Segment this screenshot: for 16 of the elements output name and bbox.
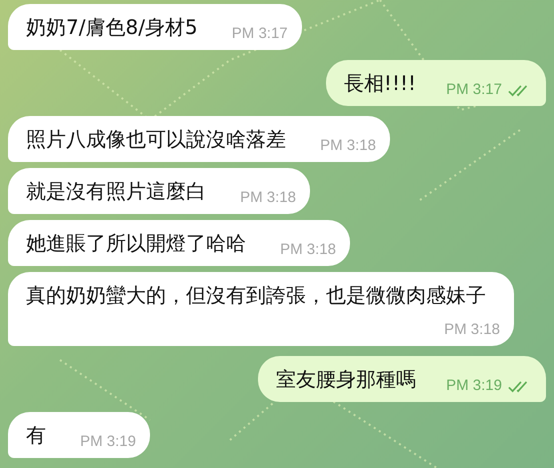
message-text: 真的奶奶蠻大的，但沒有到誇張，也是微微肉感妹子	[26, 283, 486, 307]
message-text: 照片八成像也可以說沒啥落差	[26, 127, 286, 151]
message-text: 就是沒有照片這麼白	[26, 179, 206, 203]
message-time: PM 3:18	[320, 136, 376, 156]
message-time: PM 3:18	[240, 188, 296, 208]
message-time: PM 3:19	[446, 376, 502, 396]
message-text: 奶奶7/膚色8/身材5	[26, 15, 198, 39]
message-time: PM 3:17	[232, 24, 288, 44]
message-time: PM 3:18	[444, 320, 500, 340]
message-text: 室友腰身那種嗎	[276, 367, 416, 391]
message-text: 長相!!!!	[344, 71, 416, 95]
message-time: PM 3:17	[446, 80, 502, 100]
message-text: 她進賬了所以開燈了哈哈	[26, 231, 246, 255]
message-time: PM 3:18	[280, 240, 336, 260]
message-time: PM 3:19	[80, 432, 136, 452]
message-text: 有	[26, 423, 46, 447]
